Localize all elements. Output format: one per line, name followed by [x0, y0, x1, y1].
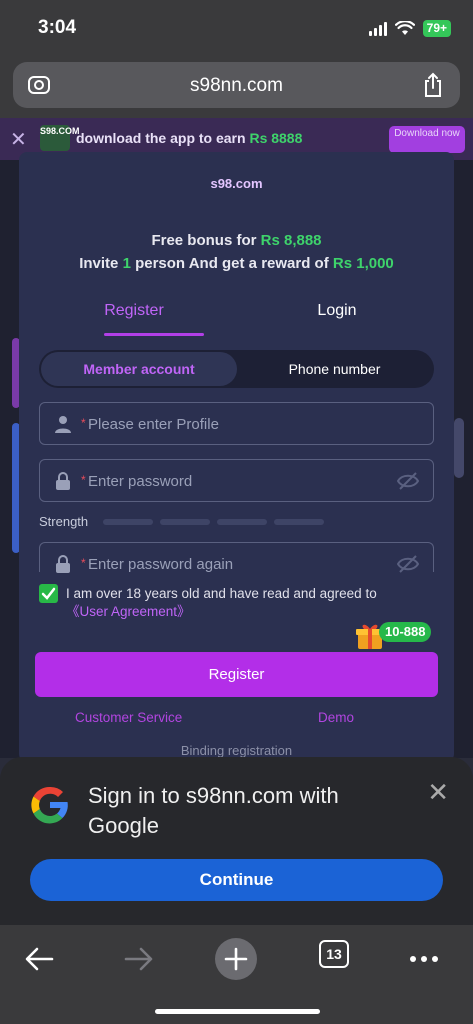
site-logo: S98.COM — [40, 125, 80, 151]
close-icon[interactable]: ✕ — [10, 127, 27, 152]
profile-input[interactable] — [80, 413, 380, 435]
profile-field: * — [39, 402, 434, 445]
required-asterisk: * — [81, 473, 86, 487]
banner-amount: Rs 8888 — [249, 130, 303, 146]
confirm-password-field: * — [39, 542, 434, 575]
agreement-checkbox[interactable] — [39, 584, 58, 603]
strength-bar — [217, 519, 267, 525]
account-type-toggle: Member account Phone number — [39, 350, 434, 388]
back-arrow-icon[interactable] — [18, 937, 62, 981]
tab-switcher-button[interactable]: 13 — [319, 940, 349, 968]
background-card — [454, 418, 464, 478]
user-agreement-link[interactable]: 《User Agreement》 — [66, 604, 191, 619]
web-page: ✕ S98.COM download the app to earn Rs 88… — [0, 118, 473, 758]
member-account-option[interactable]: Member account — [41, 352, 237, 386]
sheet-title: Sign in to s98nn.com with Google — [88, 783, 339, 838]
invite-text-b: person And get a reward of — [130, 255, 333, 272]
status-bar: 3:04 79+ — [0, 0, 473, 58]
browser-toolbar: 13 — [0, 925, 473, 1024]
browser-address-area: s98nn.com — [0, 58, 473, 118]
lock-icon — [56, 472, 70, 490]
invite-reward-amount: Rs 1,000 — [332, 255, 394, 272]
continue-button[interactable]: Continue — [30, 859, 443, 901]
wifi-icon — [394, 21, 415, 35]
demo-link[interactable]: Demo — [318, 710, 354, 725]
invite-count: 1 — [122, 255, 131, 272]
status-icons: 79+ — [368, 20, 451, 37]
hide-password-icon[interactable] — [397, 555, 419, 573]
bonus-headline: Free bonus for Rs 8,888 — [19, 232, 454, 249]
close-icon[interactable]: ✕ — [427, 777, 449, 808]
battery-indicator: 79+ — [422, 20, 451, 37]
home-indicator — [155, 1009, 320, 1014]
lock-icon — [56, 555, 70, 573]
phone-number-option[interactable]: Phone number — [237, 352, 432, 386]
strength-bar — [274, 519, 324, 525]
share-icon[interactable] — [422, 72, 444, 98]
bonus-amount: Rs 8,888 — [260, 232, 322, 249]
binding-registration-link[interactable]: Binding registration — [19, 743, 454, 758]
download-button[interactable]: Download now — [389, 126, 465, 153]
agreement-text: I am over 18 years old and have read and… — [66, 585, 436, 621]
customer-service-link[interactable]: Customer Service — [75, 710, 182, 725]
banner-text: download the app to earn Rs 8888 — [76, 130, 302, 146]
forward-arrow-icon[interactable] — [116, 937, 160, 981]
agreement-statement: I am over 18 years old and have read and… — [66, 586, 377, 601]
tab-register[interactable]: Register — [54, 302, 214, 320]
more-options-icon[interactable] — [402, 937, 446, 981]
register-button[interactable]: Register — [35, 652, 438, 697]
checkmark-icon — [41, 587, 56, 600]
user-icon — [55, 416, 71, 433]
strength-label: Strength — [39, 514, 89, 529]
tab-login[interactable]: Login — [257, 302, 417, 320]
gift-reward-badge[interactable]: 10-888 — [379, 622, 432, 642]
banner-message: download the app to earn — [76, 130, 250, 146]
address-bar[interactable]: s98nn.com — [13, 62, 460, 108]
password-field: * — [39, 459, 434, 502]
status-time: 3:04 — [38, 17, 77, 38]
strength-bar — [103, 519, 153, 525]
cellular-signal-icon — [368, 21, 387, 36]
new-tab-icon[interactable] — [214, 937, 258, 981]
confirm-password-input[interactable] — [80, 553, 380, 575]
url-text[interactable]: s98nn.com — [13, 75, 460, 97]
invite-text-a: Invite — [79, 255, 123, 272]
invite-reward-text: Invite 1 person And get a reward of Rs 1… — [19, 255, 454, 272]
required-asterisk: * — [81, 556, 86, 570]
password-input[interactable] — [80, 470, 380, 492]
bonus-text: Free bonus for — [151, 232, 261, 249]
required-asterisk: * — [81, 416, 86, 430]
active-tab-indicator — [104, 333, 204, 336]
google-sign-in-sheet: Sign in to s98nn.com with Google ✕ Conti… — [0, 757, 473, 932]
modal-logo: s98.com — [210, 176, 263, 191]
google-logo-icon — [31, 786, 68, 824]
register-modal: s98.com Free bonus for Rs 8,888 Invite 1… — [19, 152, 454, 758]
strength-bar — [160, 519, 210, 525]
hide-password-icon[interactable] — [397, 472, 419, 490]
